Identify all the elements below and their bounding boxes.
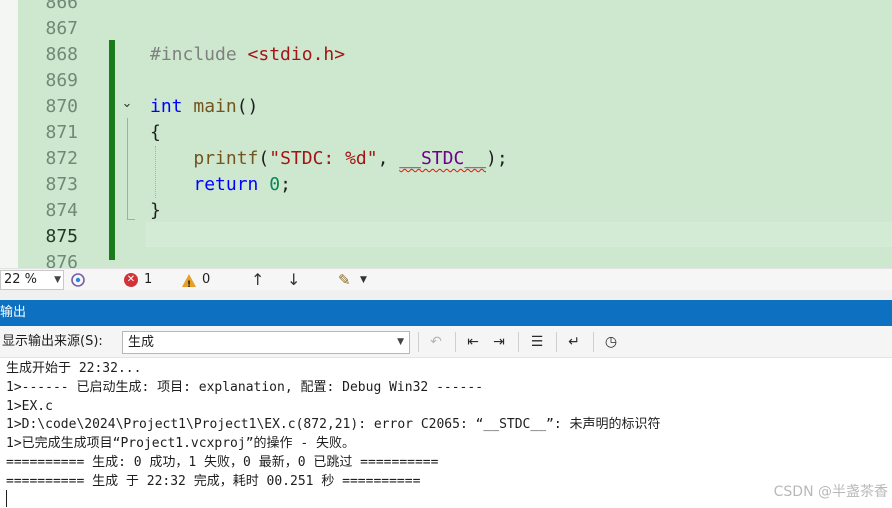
zoom-dropdown[interactable]: 22 % ▼: [0, 270, 64, 290]
line-number: 869: [45, 70, 78, 91]
code-text: #include <stdio.h>: [150, 42, 345, 68]
code-text: {: [150, 120, 161, 146]
go-to-next-message-icon[interactable]: ⇥: [488, 332, 510, 352]
intellicode-icon[interactable]: [69, 271, 87, 289]
code-token: int: [150, 96, 183, 117]
output-line: 1>EX.c: [6, 398, 53, 414]
code-token: ,: [377, 148, 400, 169]
output-text-area[interactable]: 生成开始于 22:32... 1>------ 已启动生成: 项目: explan…: [0, 358, 892, 508]
line-number: 876: [45, 252, 78, 268]
output-source-select[interactable]: 生成 ▼: [122, 331, 410, 354]
code-editor[interactable]: ⌄ 866 867 868 #include <stdio.h> 869 870 int m…: [0, 0, 892, 268]
code-token: main: [193, 96, 237, 117]
go-to-previous-message-icon[interactable]: ⇤: [462, 332, 484, 352]
code-token: (: [258, 148, 270, 169]
code-line[interactable]: 871 {: [0, 120, 892, 146]
code-token: (): [236, 96, 259, 117]
code-line[interactable]: 872 printf("STDC: %d", __STDC__);: [0, 146, 892, 172]
code-token: );: [486, 148, 508, 169]
line-number: 867: [45, 18, 78, 39]
warning-count[interactable]: ! 0: [182, 271, 211, 290]
code-line[interactable]: 874}: [0, 198, 892, 224]
output-source-value: 生成: [128, 335, 155, 350]
line-number: 866: [45, 0, 78, 13]
output-line: 生成开始于 22:32...: [6, 361, 142, 376]
output-line: ========== 生成 于 22:32 完成，耗时 00.251 秒 ===…: [6, 473, 421, 489]
code-token: #include: [150, 44, 248, 65]
toggle-word-wrap-icon[interactable]: ↵: [563, 332, 585, 352]
code-token: {: [150, 122, 161, 143]
warning-icon: !: [182, 273, 196, 290]
code-cleanup-brush-icon[interactable]: ✎: [338, 270, 351, 290]
chevron-down-icon[interactable]: ▼: [360, 271, 367, 289]
code-token: 0: [269, 174, 281, 195]
output-toolbar: 显示输出来源(S): 生成 ▼ ↶ ⇤ ⇥ ☰ ↵ ◷: [0, 326, 892, 358]
output-panel-header: 输出: [0, 300, 892, 326]
error-count[interactable]: ✕ 1: [124, 271, 152, 289]
line-number: 872: [45, 148, 78, 169]
chevron-down-icon: ▼: [397, 337, 404, 347]
code-text: }: [150, 198, 161, 224]
error-count-value: 1: [144, 272, 153, 287]
line-number: 874: [45, 200, 78, 221]
code-token: <stdio.h>: [247, 44, 346, 65]
text-caret: [6, 490, 7, 507]
zoom-value: 22 %: [4, 272, 38, 287]
toolbar-separator: [593, 332, 594, 352]
line-number: 873: [45, 174, 78, 195]
clear-all-icon[interactable]: ☰: [526, 332, 548, 352]
editor-status-bar: 22 % ▼ ✕ 1 ! 0 ↑ ↓ ✎ ▼: [0, 268, 892, 290]
output-line: ========== 生成: 0 成功，1 失败，0 最新，0 已跳过 ====…: [6, 454, 439, 470]
chevron-down-icon: ▼: [54, 275, 61, 285]
code-text: return 0;: [150, 172, 291, 198]
panel-splitter[interactable]: [0, 290, 892, 300]
code-text: int main(): [150, 94, 258, 120]
find-message-in-code-icon[interactable]: ↶: [425, 332, 447, 352]
line-number: 870: [45, 96, 78, 117]
output-source-label: 显示输出来源(S):: [2, 334, 103, 349]
code-line[interactable]: 870 int main(): [0, 94, 892, 120]
code-line[interactable]: 866: [0, 0, 892, 16]
output-line: 1>------ 已启动生成: 项目: explanation, 配置: Deb…: [6, 379, 484, 395]
warning-count-value: 0: [202, 272, 211, 287]
code-line[interactable]: 873 return 0;: [0, 172, 892, 198]
code-token: ;: [280, 174, 291, 195]
toolbar-separator: [418, 332, 419, 352]
error-icon: ✕: [124, 273, 138, 287]
toolbar-separator: [556, 332, 557, 352]
line-number: 871: [45, 122, 78, 143]
clock-timestamp-icon[interactable]: ◷: [600, 332, 622, 352]
code-token: "STDC: %d": [269, 148, 378, 169]
toolbar-separator: [455, 332, 456, 352]
code-line[interactable]: 875: [0, 224, 892, 250]
code-token: printf: [193, 148, 259, 169]
previous-issue-arrow-up-icon[interactable]: ↑: [251, 270, 264, 290]
code-token: __STDC__: [399, 148, 486, 169]
toolbar-separator: [518, 332, 519, 352]
code-line[interactable]: 868 #include <stdio.h>: [0, 42, 892, 68]
code-line[interactable]: 876: [0, 250, 892, 268]
code-token: }: [150, 200, 161, 221]
code-token: return: [193, 174, 259, 195]
next-issue-arrow-down-icon[interactable]: ↓: [287, 270, 300, 290]
output-panel-title: 输出: [0, 305, 27, 320]
line-number: 868: [45, 44, 78, 65]
line-number: 875: [45, 226, 78, 247]
output-line: 1>D:\code\2024\Project1\Project1\EX.c(87…: [6, 417, 661, 433]
code-line[interactable]: 869: [0, 68, 892, 94]
code-line[interactable]: 867: [0, 16, 892, 42]
code-text: printf("STDC: %d", __STDC__);: [150, 146, 508, 172]
output-line: 1>已完成生成项目“Project1.vcxproj”的操作 - 失败。: [6, 436, 356, 452]
watermark: CSDN @半盏茶香: [773, 484, 888, 500]
